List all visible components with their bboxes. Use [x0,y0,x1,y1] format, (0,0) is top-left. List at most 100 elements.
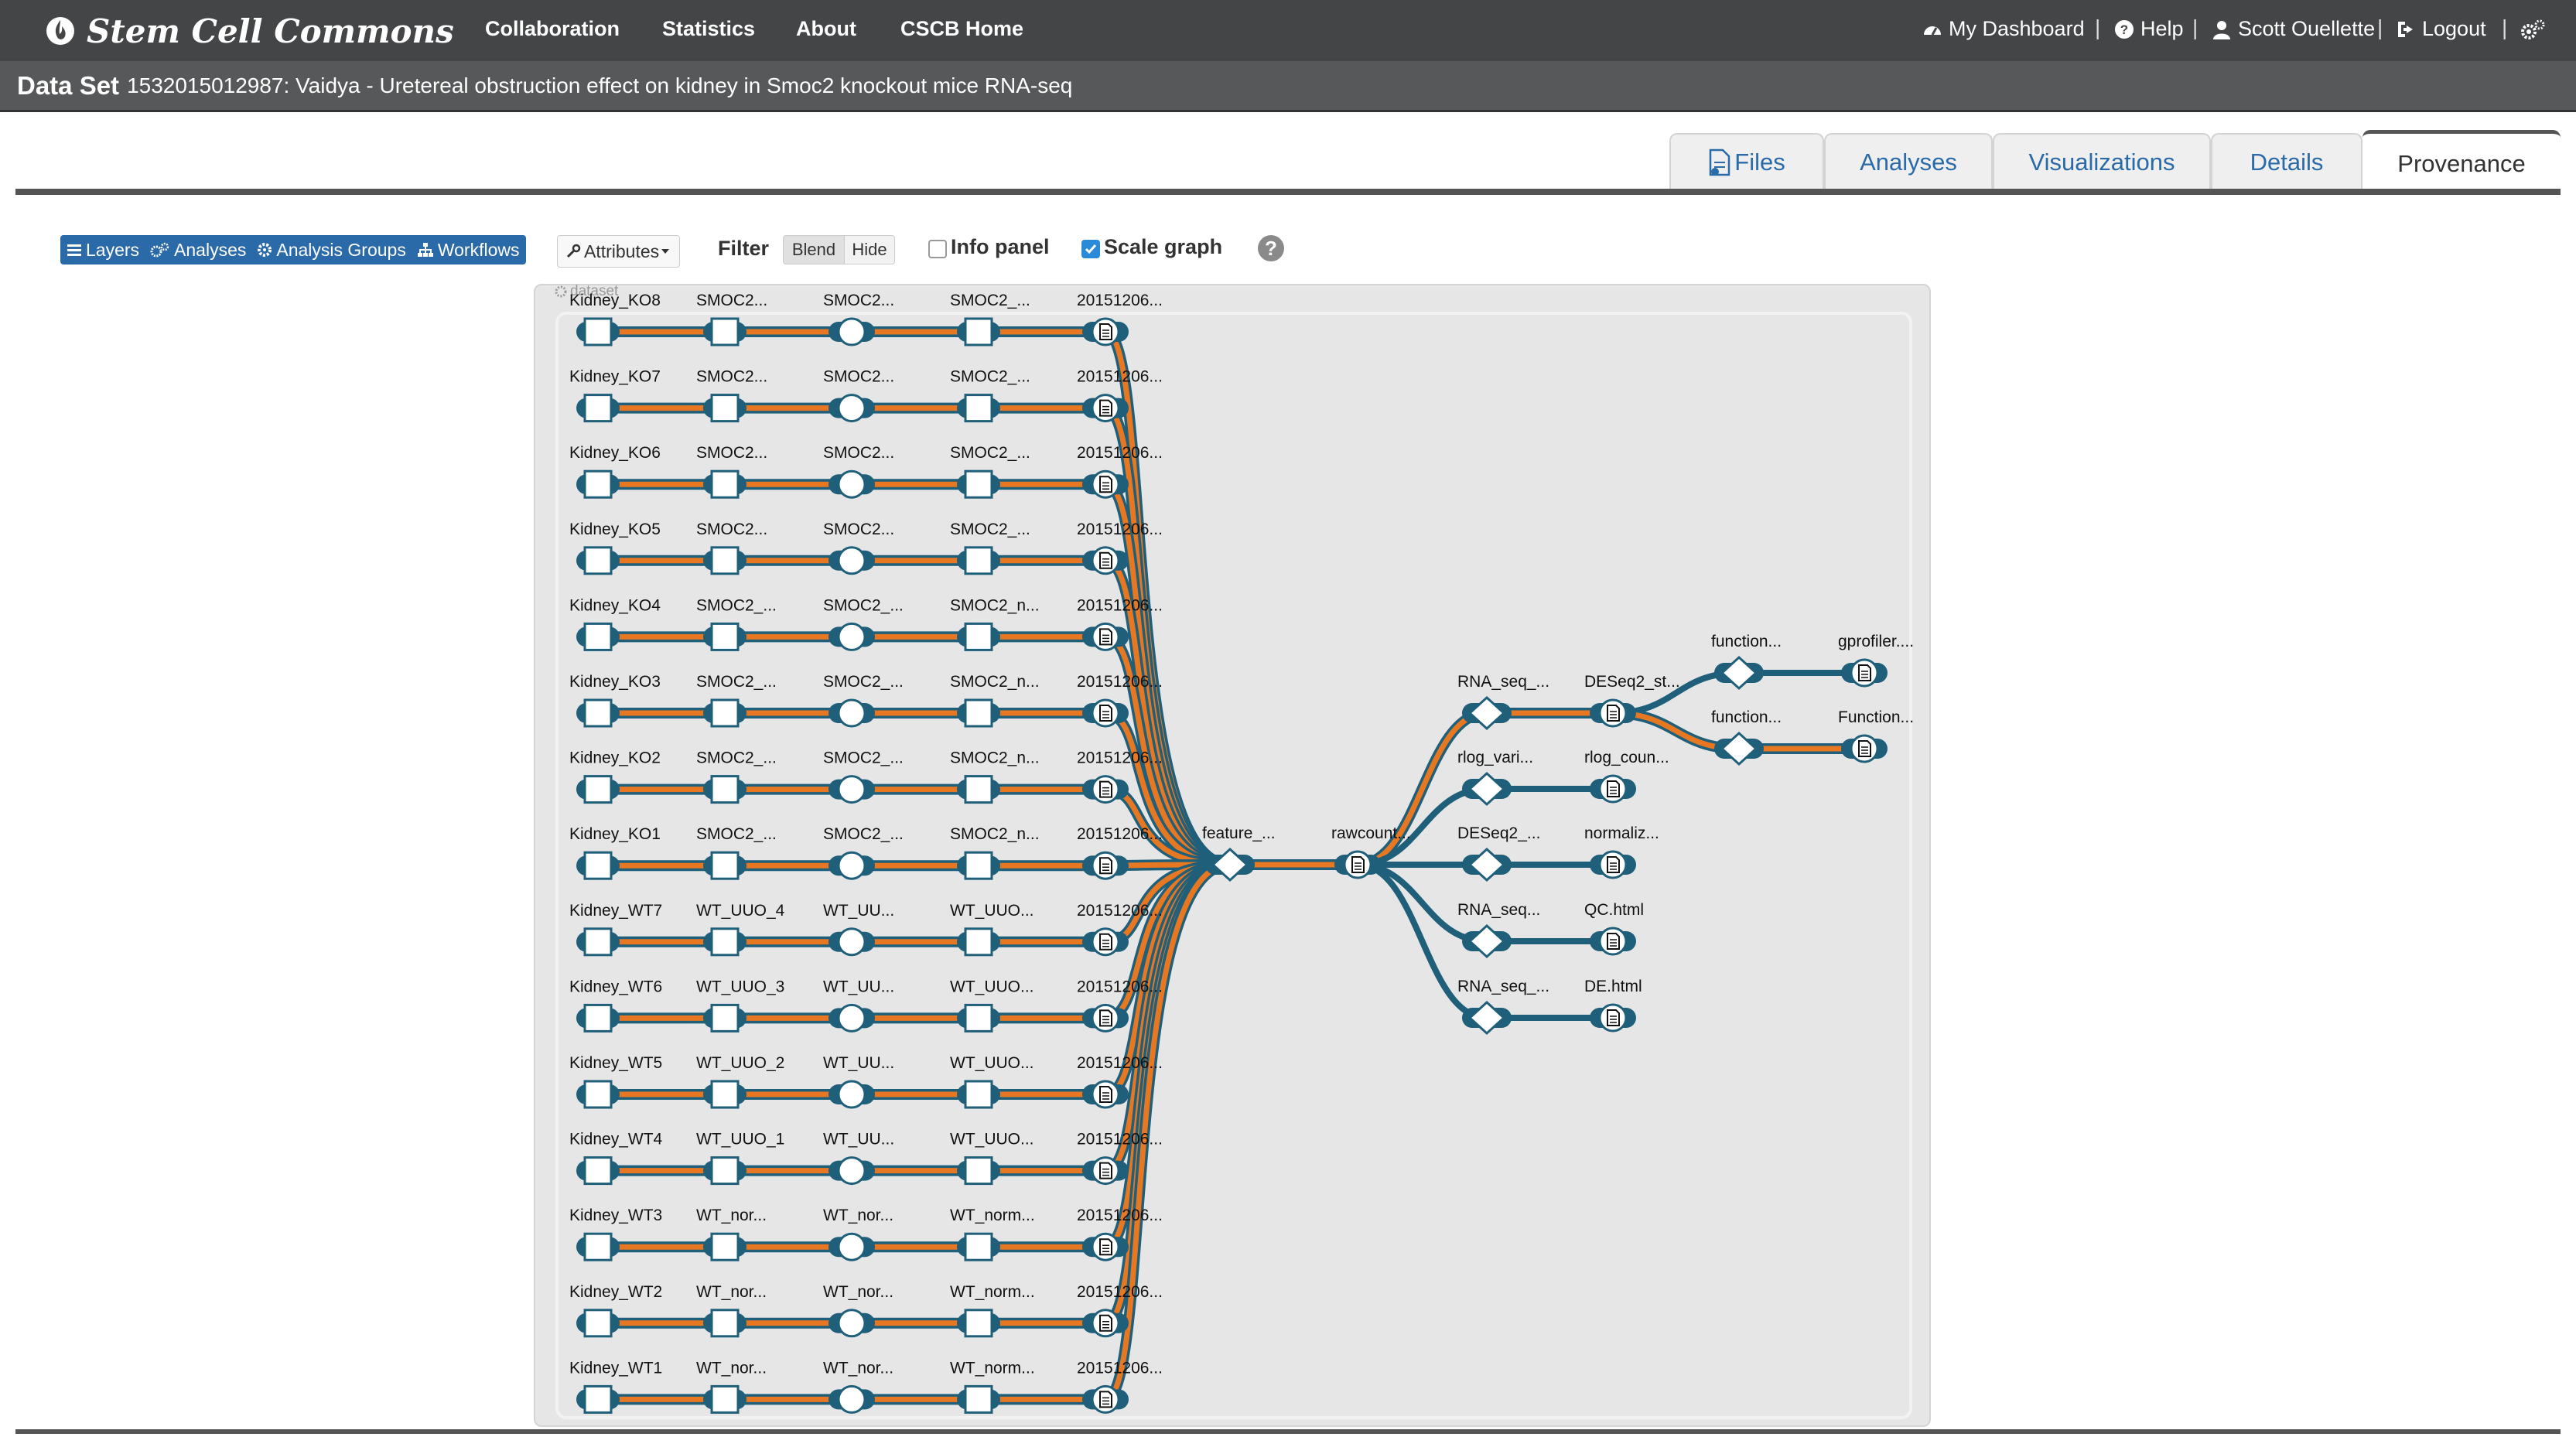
node-label: Kidney_WT2 [569,1283,662,1301]
file-node[interactable] [710,1003,740,1033]
file-node[interactable] [964,775,993,804]
branch-analysis-node[interactable] [1467,847,1506,882]
analysis-node[interactable] [837,546,866,575]
file-node[interactable] [710,1156,740,1186]
sample-node[interactable] [583,1156,613,1186]
file-node[interactable] [964,927,993,957]
sample-node[interactable] [583,775,613,804]
file-node[interactable] [964,1384,993,1414]
sample-node[interactable] [583,1080,613,1109]
analysis-node[interactable] [837,1156,866,1186]
branch-file-node[interactable] [1598,927,1628,956]
branch-analysis-node[interactable] [1467,695,1506,731]
file-node[interactable] [710,1232,740,1261]
branch-file-node[interactable] [1598,698,1628,728]
sample-node[interactable] [583,622,613,651]
file-node[interactable] [964,622,993,651]
analysis-node[interactable] [837,698,866,728]
analysis-node[interactable] [837,622,866,651]
file-node[interactable] [964,698,993,728]
file-node[interactable] [964,394,993,423]
result-file-node[interactable] [1091,927,1120,957]
sample-node[interactable] [583,698,613,728]
analysis-node[interactable] [837,1309,866,1338]
function-file-node[interactable] [1850,734,1879,763]
file-node[interactable] [710,775,740,804]
sample-node[interactable] [583,927,613,957]
sample-node[interactable] [583,1003,613,1033]
analysis-node[interactable] [837,1080,866,1109]
rawcount-node[interactable] [1343,850,1372,879]
node-label: WT_UU... [823,1131,894,1149]
result-file-node[interactable] [1091,469,1120,499]
file-node[interactable] [710,1080,740,1109]
node-label: SMOC2_n... [950,673,1040,691]
analysis-node[interactable] [837,469,866,499]
result-file-node[interactable] [1091,698,1120,728]
branch-file-node[interactable] [1598,774,1628,804]
analysis-node[interactable] [837,1232,866,1261]
file-node[interactable] [710,317,740,346]
node-label: WT_UUO_1 [696,1131,784,1149]
analysis-node[interactable] [837,1384,866,1414]
file-node[interactable] [964,1080,993,1109]
file-node[interactable] [710,1309,740,1338]
function-analysis-node[interactable] [1720,731,1758,766]
node-label: SMOC2_... [950,444,1030,462]
file-node[interactable] [964,1309,993,1338]
file-node[interactable] [964,1156,993,1186]
branch-analysis-node[interactable] [1467,923,1506,959]
analysis-node[interactable] [837,775,866,804]
sample-node[interactable] [583,851,613,880]
result-file-node[interactable] [1091,546,1120,575]
sample-node[interactable] [583,546,613,575]
node-label: 20151206... [1077,1359,1163,1377]
branch-analysis-node[interactable] [1467,1000,1506,1036]
sample-node[interactable] [583,1309,613,1338]
file-node[interactable] [710,394,740,423]
node-label: SMOC2_n... [950,596,1040,614]
node-label: 20151206... [1077,596,1163,614]
file-node[interactable] [710,927,740,957]
result-file-node[interactable] [1091,851,1120,880]
file-node[interactable] [964,1232,993,1261]
result-file-node[interactable] [1091,1003,1120,1033]
file-node[interactable] [710,622,740,651]
branch-file-node[interactable] [1598,1003,1628,1033]
result-file-node[interactable] [1091,317,1120,346]
file-node[interactable] [710,851,740,880]
file-node[interactable] [710,698,740,728]
branch-analysis-node[interactable] [1467,771,1506,807]
file-node[interactable] [710,469,740,499]
sample-node[interactable] [583,1232,613,1261]
function-file-node[interactable] [1850,658,1879,688]
file-node[interactable] [964,851,993,880]
result-file-node[interactable] [1091,622,1120,651]
result-file-node[interactable] [1091,1384,1120,1414]
sample-node[interactable] [583,1384,613,1414]
result-file-node[interactable] [1091,1232,1120,1261]
analysis-node[interactable] [837,1003,866,1033]
node-label: SMOC2_... [823,596,904,614]
file-node[interactable] [964,317,993,346]
analysis-node[interactable] [837,394,866,423]
result-file-node[interactable] [1091,775,1120,804]
analysis-node[interactable] [837,851,866,880]
sample-node[interactable] [583,317,613,346]
branch-file-node[interactable] [1598,850,1628,879]
result-file-node[interactable] [1091,394,1120,423]
sample-node[interactable] [583,469,613,499]
file-node[interactable] [710,546,740,575]
result-file-node[interactable] [1091,1080,1120,1109]
file-node[interactable] [964,469,993,499]
analysis-node[interactable] [837,317,866,346]
feature-node[interactable] [1211,847,1249,882]
file-node[interactable] [964,1003,993,1033]
file-node[interactable] [964,546,993,575]
analysis-node[interactable] [837,927,866,957]
result-file-node[interactable] [1091,1156,1120,1186]
sample-node[interactable] [583,394,613,423]
function-analysis-node[interactable] [1720,655,1758,691]
result-file-node[interactable] [1091,1309,1120,1338]
file-node[interactable] [710,1384,740,1414]
